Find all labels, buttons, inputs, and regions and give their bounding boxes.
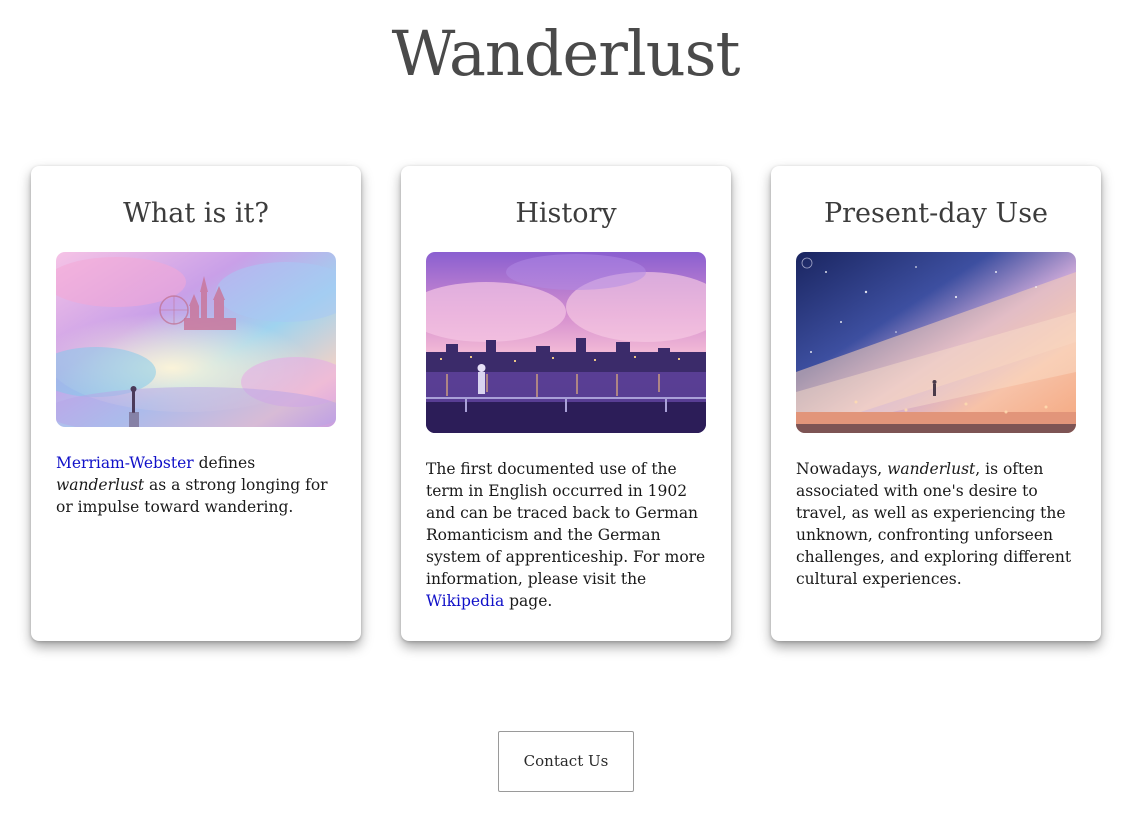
card-history: History The first documented use of the … <box>401 166 731 641</box>
wikipedia-link[interactable]: Wikipedia <box>426 592 504 610</box>
card-heading: Present-day Use <box>823 198 1049 229</box>
text-segment: The first documented use of the term in … <box>426 460 706 588</box>
card-image-night-city-riverside <box>426 252 706 433</box>
text-segment: Nowadays, <box>796 460 888 478</box>
contact-us-button[interactable]: Contact Us <box>498 731 634 792</box>
text-segment: page. <box>504 592 553 610</box>
merriam-webster-link[interactable]: Merriam-Webster <box>56 454 194 472</box>
text-segment: defines <box>193 454 256 472</box>
card-heading: History <box>515 198 617 229</box>
card-text: Merriam-Webster defines wanderlust as a … <box>56 452 338 518</box>
card-text: The first documented use of the term in … <box>426 458 708 612</box>
card-image-starry-sky-field <box>796 252 1076 433</box>
page: Wanderlust What is it? Merriam-Webster d… <box>0 0 1137 820</box>
card-heading: What is it? <box>123 198 269 229</box>
text-segment: , is often associated with one's desire … <box>796 460 1072 588</box>
card-present-day-use: Present-day Use Nowadays, wanderlust, is… <box>771 166 1101 641</box>
site-title: Wanderlust <box>391 17 741 90</box>
card-what-is-it: What is it? Merriam-Webster defines wand… <box>31 166 361 641</box>
wanderlust-term: wanderlust <box>56 476 145 494</box>
card-image-fantasy-sky-castle <box>56 252 336 427</box>
card-text: Nowadays, wanderlust, is often associate… <box>796 458 1078 590</box>
wanderlust-term: wanderlust <box>887 460 976 478</box>
